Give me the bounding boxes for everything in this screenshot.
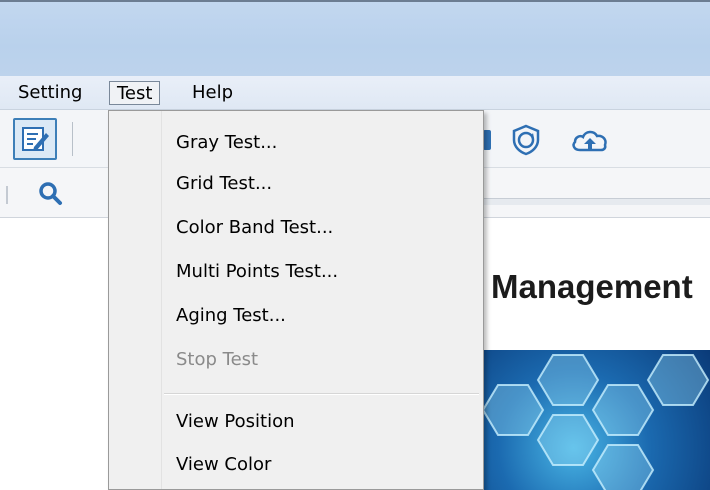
cloud-upload-icon[interactable] <box>570 124 610 156</box>
menu-bar: Setting Test Help <box>0 76 710 110</box>
menu-item-color-band-test[interactable]: Color Band Test... <box>109 208 483 248</box>
menu-item-view-position[interactable]: View Position <box>109 402 483 442</box>
menu-item-gray-test[interactable]: Gray Test... <box>109 123 483 163</box>
toolbar-icon-fragment <box>483 130 491 150</box>
edit-button[interactable] <box>13 118 57 160</box>
content-panel: Management <box>483 218 710 490</box>
menu-item-multi-points-test[interactable]: Multi Points Test... <box>109 252 483 292</box>
shield-icon[interactable] <box>510 124 542 156</box>
page-title: Management <box>491 268 693 305</box>
subbar-fragment <box>0 186 8 204</box>
hexagon-pattern <box>483 354 710 490</box>
menu-item-grid-test[interactable]: Grid Test... <box>109 164 483 204</box>
menu-help[interactable]: Help <box>186 81 239 105</box>
hexagon-banner-image <box>483 350 710 490</box>
horizontal-scrollbar[interactable] <box>483 198 710 205</box>
test-menu-dropdown: Gray Test... Grid Test... Color Band Tes… <box>108 110 484 490</box>
menu-setting[interactable]: Setting <box>12 81 88 105</box>
edit-icon <box>22 127 49 151</box>
menu-item-aging-test[interactable]: Aging Test... <box>109 296 483 336</box>
menu-separator-highlight <box>164 394 479 395</box>
left-panel <box>0 218 108 490</box>
menu-item-view-color[interactable]: View Color <box>109 445 483 485</box>
title-bar <box>0 0 710 76</box>
toolbar-separator <box>72 122 73 156</box>
menu-item-stop-test: Stop Test <box>176 349 259 370</box>
search-icon[interactable] <box>37 180 65 208</box>
menu-test[interactable]: Test <box>109 81 161 105</box>
